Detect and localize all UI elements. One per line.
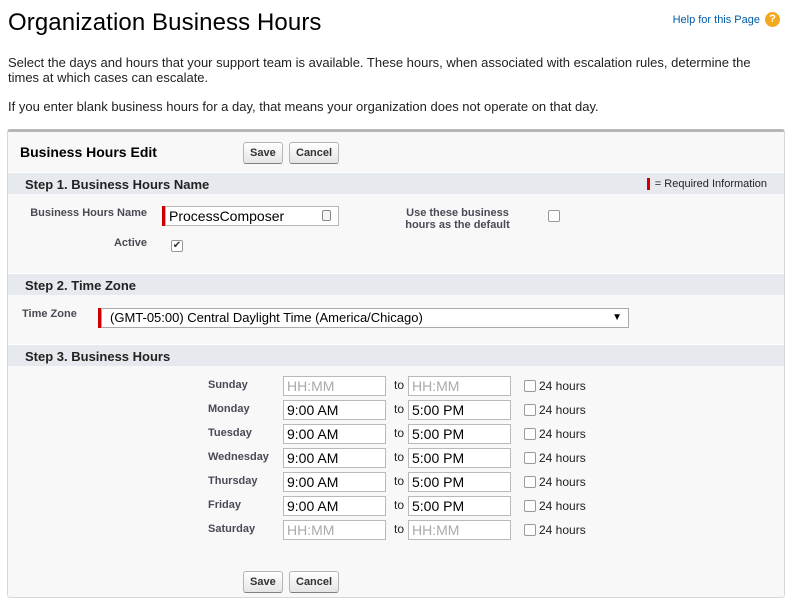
to-label: to <box>394 474 405 488</box>
intro-paragraph-1: Select the days and hours that your supp… <box>8 55 751 85</box>
all-day-label: 24 hours <box>539 379 586 393</box>
all-day-checkbox[interactable] <box>524 404 536 416</box>
panel-header: Business Hours Edit Save Cancel <box>8 132 784 172</box>
panel-title: Business Hours Edit <box>20 144 157 160</box>
page-title: Organization Business Hours <box>8 9 322 36</box>
chevron-down-icon: ▼ <box>612 312 622 323</box>
to-label: to <box>394 498 405 512</box>
start-time-input[interactable] <box>283 424 386 444</box>
day-label: Thursday <box>208 475 258 487</box>
all-day-checkbox[interactable] <box>524 476 536 488</box>
save-button-top[interactable]: Save <box>243 142 283 164</box>
all-day-label: 24 hours <box>539 403 586 417</box>
help-area: Help for this Page ? <box>673 12 780 27</box>
day-label: Saturday <box>208 523 256 535</box>
time-zone-label: Time Zone <box>22 308 77 320</box>
intro-text: Select the days and hours that your supp… <box>8 55 778 128</box>
end-time-input[interactable] <box>408 496 511 516</box>
day-label: Wednesday <box>208 451 269 463</box>
step1-title: Step 1. Business Hours Name <box>25 177 210 192</box>
active-checkbox[interactable]: ✔ <box>171 240 183 252</box>
time-zone-select[interactable]: (GMT-05:00) Central Daylight Time (Ameri… <box>101 308 629 328</box>
start-time-input[interactable] <box>283 496 386 516</box>
all-day-checkbox[interactable] <box>524 380 536 392</box>
all-day-checkbox[interactable] <box>524 452 536 464</box>
required-legend: = Required Information <box>646 178 767 190</box>
save-button-bottom[interactable]: Save <box>243 571 283 593</box>
cancel-button-bottom[interactable]: Cancel <box>289 571 340 593</box>
to-label: to <box>394 378 405 392</box>
step3-section-bar: Step 3. Business Hours <box>8 344 784 366</box>
to-label: to <box>394 426 405 440</box>
end-time-input[interactable] <box>408 448 511 468</box>
step2-title: Step 2. Time Zone <box>25 278 137 293</box>
required-legend-text: = Required Information <box>654 178 767 190</box>
start-time-input[interactable] <box>283 448 386 468</box>
all-day-label: 24 hours <box>539 499 586 513</box>
end-time-input[interactable] <box>408 400 511 420</box>
start-time-input[interactable] <box>283 376 386 396</box>
all-day-checkbox[interactable] <box>524 524 536 536</box>
time-zone-value: (GMT-05:00) Central Daylight Time (Ameri… <box>110 310 423 325</box>
business-hours-name-input[interactable] <box>165 206 339 226</box>
business-hours-name-label: Business Hours Name <box>30 207 147 219</box>
end-time-input[interactable] <box>408 424 511 444</box>
all-day-label: 24 hours <box>539 475 586 489</box>
all-day-label: 24 hours <box>539 427 586 441</box>
day-label: Tuesday <box>208 427 252 439</box>
all-day-label: 24 hours <box>539 451 586 465</box>
end-time-input[interactable] <box>408 520 511 540</box>
help-link[interactable]: Help for this Page <box>673 14 760 26</box>
all-day-checkbox[interactable] <box>524 428 536 440</box>
end-time-input[interactable] <box>408 376 511 396</box>
default-hours-label: Use these business hours as the default <box>405 207 510 231</box>
question-circle-icon[interactable]: ? <box>765 12 780 27</box>
start-time-input[interactable] <box>283 472 386 492</box>
to-label: to <box>394 522 405 536</box>
step1-section-bar: Step 1. Business Hours Name = Required I… <box>8 172 784 194</box>
end-time-input[interactable] <box>408 472 511 492</box>
day-label: Monday <box>208 403 250 415</box>
default-hours-checkbox[interactable] <box>548 210 560 222</box>
cancel-button-top[interactable]: Cancel <box>289 142 340 164</box>
key-icon <box>322 210 331 221</box>
intro-paragraph-2: If you enter blank business hours for a … <box>8 99 599 114</box>
to-label: to <box>394 402 405 416</box>
all-day-label: 24 hours <box>539 523 586 537</box>
day-label: Sunday <box>208 379 248 391</box>
start-time-input[interactable] <box>283 400 386 420</box>
all-day-checkbox[interactable] <box>524 500 536 512</box>
business-hours-edit-panel: Business Hours Edit Save Cancel Step 1. … <box>7 129 785 598</box>
day-label: Friday <box>208 499 242 511</box>
active-label: Active <box>113 237 147 249</box>
step2-section-bar: Step 2. Time Zone <box>8 273 784 295</box>
start-time-input[interactable] <box>283 520 386 540</box>
to-label: to <box>394 450 405 464</box>
required-marker <box>646 178 650 190</box>
step3-title: Step 3. Business Hours <box>25 349 171 364</box>
